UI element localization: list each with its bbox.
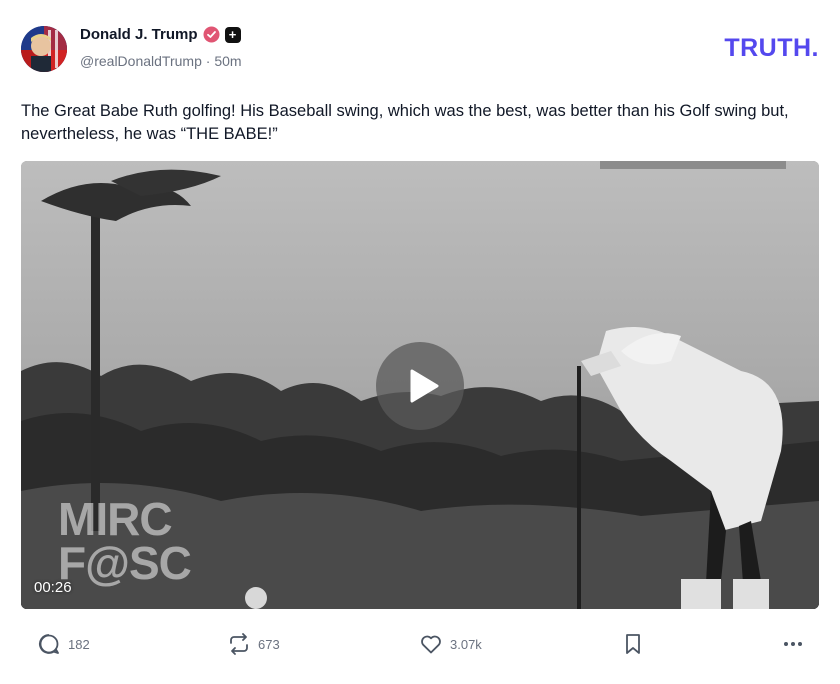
name-row: Donald J. Trump + (80, 26, 241, 43)
video-player[interactable]: MIRC F@SC 00:26 (21, 161, 819, 609)
retruth-button[interactable]: 673 (227, 632, 280, 656)
reply-count: 182 (68, 636, 90, 652)
retruth-count: 673 (258, 636, 280, 652)
video-duration: 00:26 (34, 579, 72, 596)
watermark-line2: F@SC (58, 537, 192, 589)
separator: · (205, 53, 211, 69)
avatar[interactable] (21, 26, 67, 72)
verified-badge-icon (203, 26, 220, 43)
watermark: MIRC F@SC (58, 493, 192, 589)
like-button[interactable]: 3.07k (419, 632, 482, 656)
reply-icon (38, 634, 59, 654)
display-name[interactable]: Donald J. Trump (80, 26, 198, 43)
video-progress-strip (600, 161, 786, 169)
plus-badge-icon: + (224, 26, 241, 43)
post-actions: 182 673 3.07k (21, 628, 819, 662)
logo-dot: . (811, 34, 819, 62)
post-header: Donald J. Trump + @realDonaldTrump · 50m… (21, 24, 819, 72)
timestamp[interactable]: 50m (214, 53, 241, 69)
play-icon (410, 369, 439, 403)
reply-button[interactable]: 182 (37, 632, 90, 656)
logo-text: TRUTH (724, 34, 812, 62)
handle[interactable]: @realDonaldTrump (80, 53, 202, 69)
watermark-line1: MIRC (58, 493, 173, 545)
more-icon (784, 642, 802, 646)
like-count: 3.07k (450, 636, 482, 652)
bookmark-icon (626, 634, 640, 654)
play-button[interactable] (376, 342, 464, 430)
handle-row: @realDonaldTrump · 50m (80, 53, 242, 69)
retruth-icon (230, 633, 248, 655)
more-button[interactable] (781, 632, 805, 656)
bookmark-button[interactable] (621, 632, 645, 656)
post-text: The Great Babe Ruth golfing! His Basebal… (21, 102, 789, 143)
truth-logo[interactable]: TRUTH. (724, 34, 819, 63)
like-icon (421, 635, 441, 654)
